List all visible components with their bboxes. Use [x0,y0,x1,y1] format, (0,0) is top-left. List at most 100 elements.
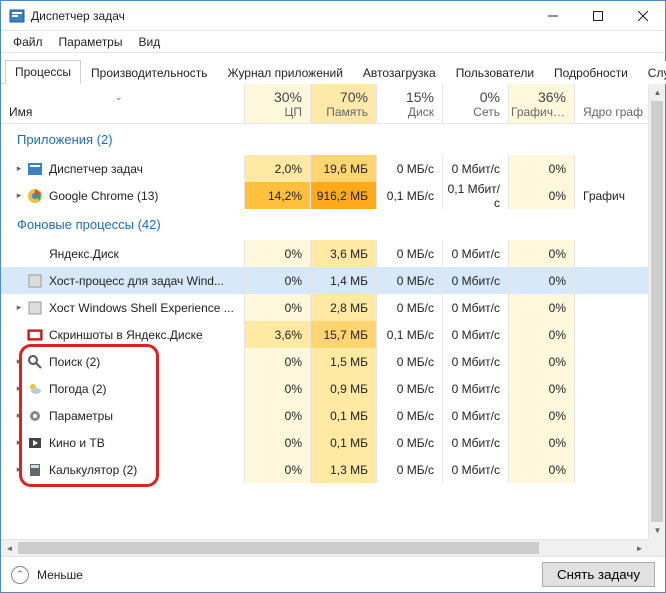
cell-gpuengine [575,155,648,182]
scroll-thumb-h[interactable] [18,542,539,554]
cell-net: 0 Мбит/с [443,402,509,429]
scroll-thumb-v[interactable] [651,101,663,522]
cell-net: 0 Мбит/с [443,429,509,456]
col-header-cpu[interactable]: 30% ЦП [245,84,311,123]
process-name: Хост-процесс для задач Wind... [49,274,224,288]
task-manager-window: Диспетчер задач Файл Параметры Вид Проце… [0,0,666,593]
col-header-mem[interactable]: 70% Память [311,84,377,123]
col-header-disk[interactable]: 15% Диск [377,84,443,123]
cell-gpu: 0% [509,267,575,294]
process-row[interactable]: ▸Диспетчер задач2,0%19,6 МБ0 МБ/с0 Мбит/… [1,155,648,182]
maximize-button[interactable] [575,1,620,31]
cell-gpuengine [575,348,648,375]
scroll-corner [648,539,665,556]
tab-3[interactable]: Автозагрузка [353,61,446,84]
process-row[interactable]: ▸Параметры0%0,1 МБ0 МБ/с0 Мбит/с0% [1,402,648,429]
cell-cpu: 0% [245,456,311,483]
tab-1[interactable]: Производительность [81,61,217,84]
scrollbar-horizontal[interactable]: ◄ ► [1,539,648,556]
process-row[interactable]: ▸Погода (2)0%0,9 МБ0 МБ/с0 Мбит/с0% [1,375,648,402]
cell-gpuengine [575,267,648,294]
cell-gpu: 0% [509,155,575,182]
scroll-left-icon[interactable]: ◄ [1,540,18,556]
expand-icon[interactable]: ▸ [13,356,25,367]
close-button[interactable] [620,1,665,31]
cpu-label: ЦП [247,105,302,119]
col-name-label: Имя [9,105,32,119]
expand-icon[interactable]: ▸ [13,163,25,174]
cell-cpu: 0% [245,402,311,429]
process-name: Погода (2) [49,382,107,396]
process-row[interactable]: ▸Поиск (2)0%1,5 МБ0 МБ/с0 Мбит/с0% [1,348,648,375]
process-row[interactable]: ▸Калькулятор (2)0%1,3 МБ0 МБ/с0 Мбит/с0% [1,456,648,483]
expand-icon[interactable]: ▸ [13,410,25,421]
scrollbar-vertical[interactable]: ▲ ▼ [648,84,665,539]
menu-options[interactable]: Параметры [51,33,131,51]
cell-gpu: 0% [509,402,575,429]
movies-icon [27,435,43,451]
menu-file[interactable]: Файл [5,33,51,51]
fewer-label: Меньше [37,568,83,582]
process-name: Google Chrome (13) [49,189,158,203]
cell-disk: 0,1 МБ/с [377,321,443,348]
expand-icon[interactable]: ▸ [13,464,25,475]
col-header-net[interactable]: 0% Сеть [443,84,509,123]
process-name: Диспетчер задач [49,162,143,176]
cell-mem: 916,2 МБ [311,182,377,209]
process-name: Поиск (2) [49,355,100,369]
cell-gpuengine [575,321,648,348]
search-icon [27,354,43,370]
cell-gpu: 0% [509,348,575,375]
process-row[interactable]: Хост-процесс для задач Wind...0%1,4 МБ0 … [1,267,648,294]
cell-gpuengine [575,240,648,267]
process-row[interactable]: ▸Кино и ТВ0%0,1 МБ0 МБ/с0 Мбит/с0% [1,429,648,456]
cell-disk: 0 МБ/с [377,294,443,321]
window-title: Диспетчер задач [31,9,125,23]
chevron-up-icon: ⌃ [11,566,29,584]
cell-disk: 0 МБ/с [377,348,443,375]
col-header-name[interactable]: ⌄ Имя [1,84,245,123]
process-name: Хост Windows Shell Experience ... [49,301,234,315]
tab-6[interactable]: Службы [638,61,666,84]
tab-0[interactable]: Процессы [5,60,81,84]
expand-icon[interactable]: ▸ [13,190,25,201]
col-header-gpu[interactable]: 36% Графиче... [509,84,575,123]
cell-net: 0 Мбит/с [443,321,509,348]
minimize-button[interactable] [530,1,575,31]
cell-mem: 0,1 МБ [311,429,377,456]
menu-view[interactable]: Вид [130,33,168,51]
process-row[interactable]: Яндекс.Диск0%3,6 МБ0 МБ/с0 Мбит/с0% [1,240,648,267]
cell-disk: 0 МБ/с [377,429,443,456]
end-task-button[interactable]: Снять задачу [542,562,655,587]
cell-gpu: 0% [509,294,575,321]
cell-disk: 0 МБ/с [377,267,443,294]
cell-mem: 0,1 МБ [311,402,377,429]
tab-4[interactable]: Пользователи [446,61,544,84]
gpu-label: Графиче... [511,105,566,119]
titlebar[interactable]: Диспетчер задач [1,1,665,31]
fewer-details-button[interactable]: ⌃ Меньше [11,566,83,584]
process-name: Кино и ТВ [49,436,105,450]
tab-5[interactable]: Подробности [544,61,638,84]
expand-icon[interactable]: ▸ [13,383,25,394]
expand-icon[interactable]: ▸ [13,437,25,448]
process-row[interactable]: ▸Google Chrome (13)14,2%916,2 МБ0,1 МБ/с… [1,182,648,209]
cell-gpuengine [575,375,648,402]
tab-2[interactable]: Журнал приложений [218,61,353,84]
grid-body[interactable]: Приложения (2)▸Диспетчер задач2,0%19,6 М… [1,124,665,556]
scroll-right-icon[interactable]: ► [631,540,648,556]
scroll-down-icon[interactable]: ▼ [649,522,665,539]
scroll-up-icon[interactable]: ▲ [649,84,665,101]
process-row[interactable]: Скриншоты в Яндекс.Диске3,6%15,7 МБ0,1 М… [1,321,648,348]
process-name: Скриншоты в Яндекс.Диске [49,328,203,342]
gpuengine-label: Ядро граф [583,105,643,119]
cell-disk: 0 МБ/с [377,402,443,429]
cell-mem: 1,3 МБ [311,456,377,483]
tm-icon [27,161,43,177]
expand-icon[interactable]: ▸ [13,302,25,313]
cell-gpu: 0% [509,240,575,267]
process-row[interactable]: ▸Хост Windows Shell Experience ...0%2,8 … [1,294,648,321]
cell-mem: 0,9 МБ [311,375,377,402]
generic-icon [27,273,43,289]
cell-disk: 0 МБ/с [377,456,443,483]
